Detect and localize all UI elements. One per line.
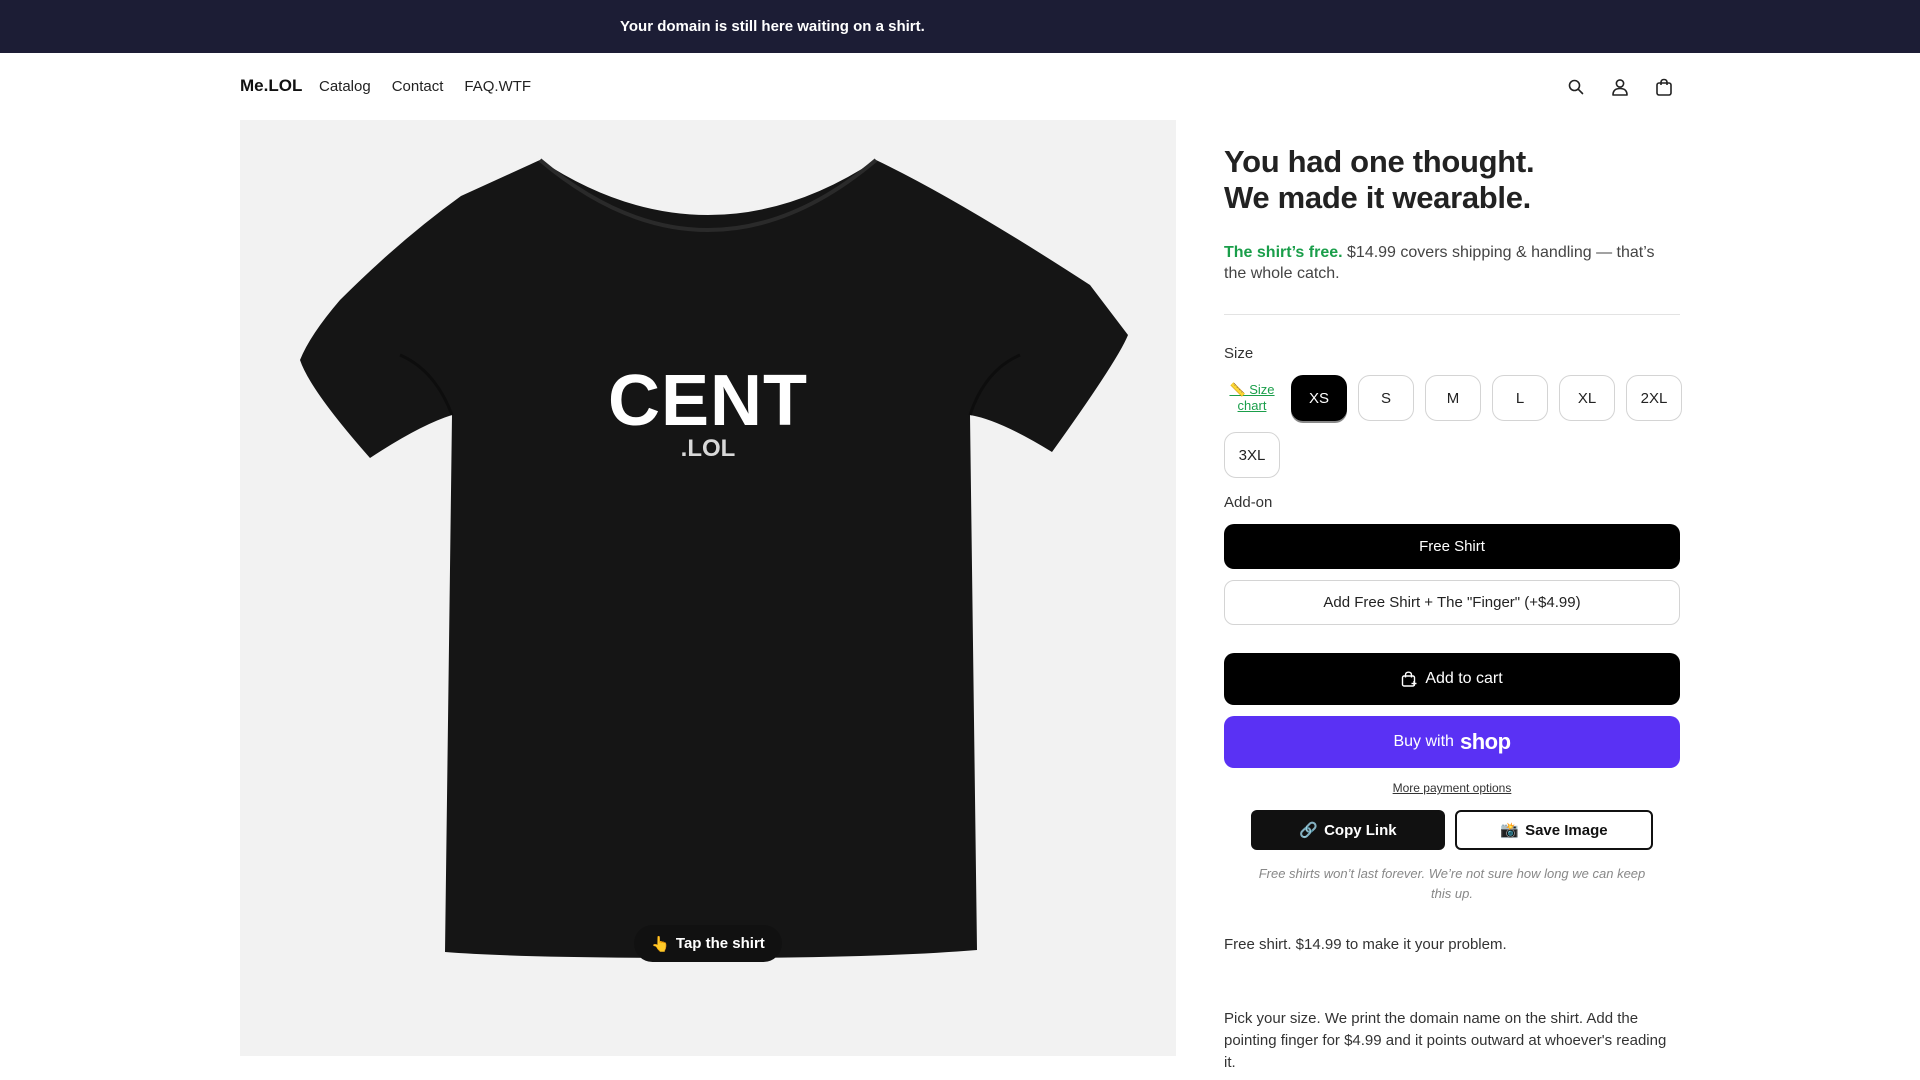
nav-catalog[interactable]: Catalog xyxy=(319,78,371,95)
shop-logo: shop xyxy=(1459,729,1511,754)
pointing-hand-icon: 👆 xyxy=(651,935,670,953)
disclaimer-text: Free shirts won’t last forever. We’re no… xyxy=(1258,866,1646,901)
size-option-2xl[interactable]: 2XL xyxy=(1626,375,1682,421)
size-option-l[interactable]: L xyxy=(1492,375,1548,421)
shirt-print-word: CENT xyxy=(608,361,808,441)
cart-plus-icon xyxy=(1402,671,1417,687)
cart-icon[interactable] xyxy=(1652,75,1676,99)
announcement-text: Your domain is still here waiting on a s… xyxy=(620,18,925,35)
product-info: You had one thought. We made it wearable… xyxy=(1224,144,1682,1074)
size-option-3xl[interactable]: 3XL xyxy=(1224,432,1280,478)
share-actions: 🔗 Copy Link 📸 Save Image xyxy=(1224,810,1680,850)
more-payment-options-link[interactable]: More payment options xyxy=(1224,781,1680,795)
save-image-button[interactable]: 📸 Save Image xyxy=(1455,810,1653,850)
search-icon[interactable] xyxy=(1564,75,1588,99)
site-header: Me.LOL Catalog Contact FAQ.WTF xyxy=(0,53,1920,120)
main-nav: Catalog Contact FAQ.WTF xyxy=(319,78,531,95)
product-gallery[interactable]: CENT .LOL 👆 Tap the shirt xyxy=(240,120,1176,1056)
product-title: You had one thought. We made it wearable… xyxy=(1224,144,1680,216)
size-option-xs[interactable]: XS xyxy=(1291,375,1347,421)
size-option-s[interactable]: S xyxy=(1358,375,1414,421)
description-line-2: Pick your size. We print the domain name… xyxy=(1224,1010,1667,1071)
save-image-label: Save Image xyxy=(1525,821,1608,839)
copy-link-label: Copy Link xyxy=(1324,821,1397,839)
price-text: The shirt’s free. $14.99 covers shipping… xyxy=(1224,242,1680,284)
product-title-line2: We made it wearable. xyxy=(1224,180,1531,215)
nav-faq[interactable]: FAQ.WTF xyxy=(464,78,531,95)
buy-with-shop-button[interactable]: Buy with shop xyxy=(1224,716,1680,768)
addon-finger[interactable]: Add Free Shirt + The "Finger" (+$4.99) xyxy=(1224,580,1680,625)
buy-with-label: Buy with xyxy=(1393,733,1454,750)
size-label: Size xyxy=(1224,345,1254,362)
price-free-text: The shirt’s free. xyxy=(1224,244,1343,261)
size-chart-link[interactable]: 📏 Size chart xyxy=(1224,375,1280,421)
camera-icon: 📸 xyxy=(1500,822,1520,839)
site-logo[interactable]: Me.LOL xyxy=(240,76,302,96)
header-icons xyxy=(1564,75,1676,99)
shirt-print-suffix: .LOL xyxy=(680,435,736,462)
tap-shirt-label: Tap the shirt xyxy=(675,935,765,952)
size-selector: 📏 Size chart XS S M L XL 2XL 3XL xyxy=(1224,375,1684,478)
add-to-cart-label: Add to cart xyxy=(1425,670,1503,687)
tap-shirt-button[interactable]: 👆 Tap the shirt xyxy=(634,925,782,962)
divider xyxy=(1224,314,1680,315)
announcement-bar: Your domain is still here waiting on a s… xyxy=(0,0,1920,53)
size-option-m[interactable]: M xyxy=(1425,375,1481,421)
link-icon: 🔗 xyxy=(1299,822,1319,839)
copy-link-button[interactable]: 🔗 Copy Link xyxy=(1251,810,1445,850)
size-option-xl[interactable]: XL xyxy=(1559,375,1615,421)
tshirt-image[interactable] xyxy=(240,120,1176,1056)
description-line-1: Free shirt. $14.99 to make it your probl… xyxy=(1224,936,1507,953)
addon-free-shirt[interactable]: Free Shirt xyxy=(1224,524,1680,569)
account-icon[interactable] xyxy=(1608,75,1632,99)
add-to-cart-button[interactable]: Add to cart xyxy=(1224,653,1680,705)
nav-contact[interactable]: Contact xyxy=(392,78,444,95)
addon-label: Add-on xyxy=(1224,494,1273,511)
product-title-line1: You had one thought. xyxy=(1224,144,1535,179)
